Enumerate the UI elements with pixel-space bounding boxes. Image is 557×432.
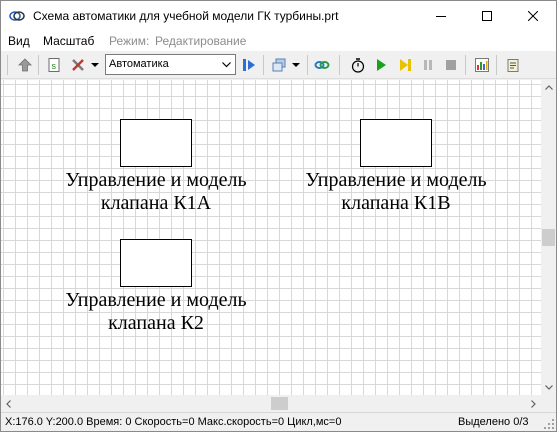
- app-icon: [9, 11, 25, 21]
- label-line: клапана К1В: [341, 192, 451, 214]
- tools-dropdown-button[interactable]: [89, 55, 101, 75]
- script-button[interactable]: s: [44, 55, 64, 75]
- block-k1b[interactable]: [360, 119, 432, 167]
- chevron-up-icon: [544, 85, 553, 90]
- menu-view[interactable]: Вид: [8, 34, 30, 48]
- horizontal-scroll-thumb[interactable]: [271, 397, 288, 410]
- step-button[interactable]: [239, 55, 259, 75]
- menu-mode-value: Редактирование: [155, 34, 247, 48]
- block-k2-label: Управление и модель клапана К2: [41, 289, 271, 335]
- close-icon: [528, 11, 538, 21]
- toolbar-separator: [307, 55, 308, 75]
- label-line: Управление и модель: [65, 289, 247, 311]
- timer-button[interactable]: [348, 55, 368, 75]
- layers-button[interactable]: [269, 55, 289, 75]
- toolbar-separator: [465, 55, 466, 75]
- minimize-button[interactable]: [418, 1, 464, 31]
- title-bar: Схема автоматики для учебной модели ГК т…: [1, 1, 556, 31]
- horizontal-scrollbar[interactable]: [1, 395, 541, 412]
- pause-button[interactable]: [418, 55, 438, 75]
- chart-button[interactable]: [472, 55, 492, 75]
- label-line: клапана К1А: [100, 192, 212, 214]
- svg-text:s: s: [52, 61, 57, 71]
- status-bar: X:176.0 Y:200.0 Время: 0 Скорость=0 Макс…: [1, 412, 556, 431]
- chevron-down-icon: [91, 63, 99, 67]
- step-forward-icon: [400, 59, 411, 71]
- status-info: X:176.0 Y:200.0 Время: 0 Скорость=0 Макс…: [5, 416, 342, 428]
- label-line: клапана К2: [108, 312, 204, 334]
- label-line: Управление и модель: [305, 169, 487, 191]
- schema-canvas[interactable]: Управление и модель клапана К1А Управлен…: [1, 80, 541, 395]
- minimize-icon: [436, 16, 446, 17]
- resize-grip-icon[interactable]: [543, 418, 555, 430]
- toolbar-separator: [38, 55, 39, 75]
- chevron-left-icon: [6, 399, 11, 408]
- close-button[interactable]: [510, 1, 556, 31]
- clipboard-edit-icon: [507, 59, 519, 72]
- label-line: Управление и модель: [65, 169, 247, 191]
- app-window: Схема автоматики для учебной модели ГК т…: [0, 0, 557, 432]
- maximize-icon: [482, 11, 492, 21]
- scrollbar-corner: [541, 395, 556, 412]
- layers-dropdown-button[interactable]: [290, 55, 302, 75]
- window-title: Схема автоматики для учебной модели ГК т…: [33, 9, 339, 23]
- toolbar-separator: [7, 55, 8, 75]
- vertical-scrollbar[interactable]: [541, 80, 556, 395]
- mode-select[interactable]: Автоматика: [105, 54, 236, 75]
- menu-scale[interactable]: Масштаб: [43, 34, 94, 48]
- link-icon: [314, 61, 330, 69]
- menu-mode-label: Режим:: [109, 34, 150, 48]
- arrow-up-icon: [18, 58, 32, 72]
- play-icon: [377, 59, 386, 71]
- run-button[interactable]: [371, 55, 391, 75]
- status-selected: Выделено 0/3: [458, 416, 529, 428]
- link-button[interactable]: [312, 55, 332, 75]
- block-k1a-label: Управление и модель клапана К1А: [41, 169, 271, 215]
- scroll-up-button[interactable]: [541, 80, 556, 95]
- properties-button[interactable]: [503, 55, 523, 75]
- block-k2[interactable]: [120, 239, 192, 287]
- stop-button[interactable]: [441, 55, 461, 75]
- block-k1a[interactable]: [120, 119, 192, 167]
- chevron-right-icon: [531, 399, 536, 408]
- toolbar: s: [1, 51, 556, 79]
- block-k1b-label: Управление и модель клапана К1В: [281, 169, 511, 215]
- stop-icon: [446, 60, 456, 70]
- tools-icon: [72, 59, 84, 71]
- layers-icon: [272, 58, 286, 72]
- step-run-button[interactable]: [395, 55, 415, 75]
- maximize-button[interactable]: [464, 1, 510, 31]
- stopwatch-icon: [351, 58, 365, 73]
- step-into-icon: [243, 59, 255, 71]
- toolbar-separator: [339, 55, 340, 75]
- toolbar-separator: [496, 55, 497, 75]
- toolbar-separator: [263, 55, 264, 75]
- menu-bar: Вид Масштаб Режим: Редактирование: [1, 31, 556, 51]
- scroll-down-button[interactable]: [541, 380, 556, 395]
- mode-select-value: Автоматика: [109, 58, 169, 70]
- chevron-down-icon: [292, 63, 300, 67]
- chevron-down-icon: [219, 57, 233, 72]
- pause-icon: [424, 60, 432, 70]
- script-file-icon: s: [48, 58, 60, 72]
- up-button[interactable]: [15, 55, 35, 75]
- vertical-scroll-thumb[interactable]: [542, 229, 555, 246]
- tools-button[interactable]: [68, 55, 88, 75]
- bar-chart-icon: [475, 58, 489, 72]
- chevron-down-icon: [544, 385, 553, 390]
- scroll-right-button[interactable]: [526, 396, 541, 411]
- scroll-left-button[interactable]: [1, 396, 16, 411]
